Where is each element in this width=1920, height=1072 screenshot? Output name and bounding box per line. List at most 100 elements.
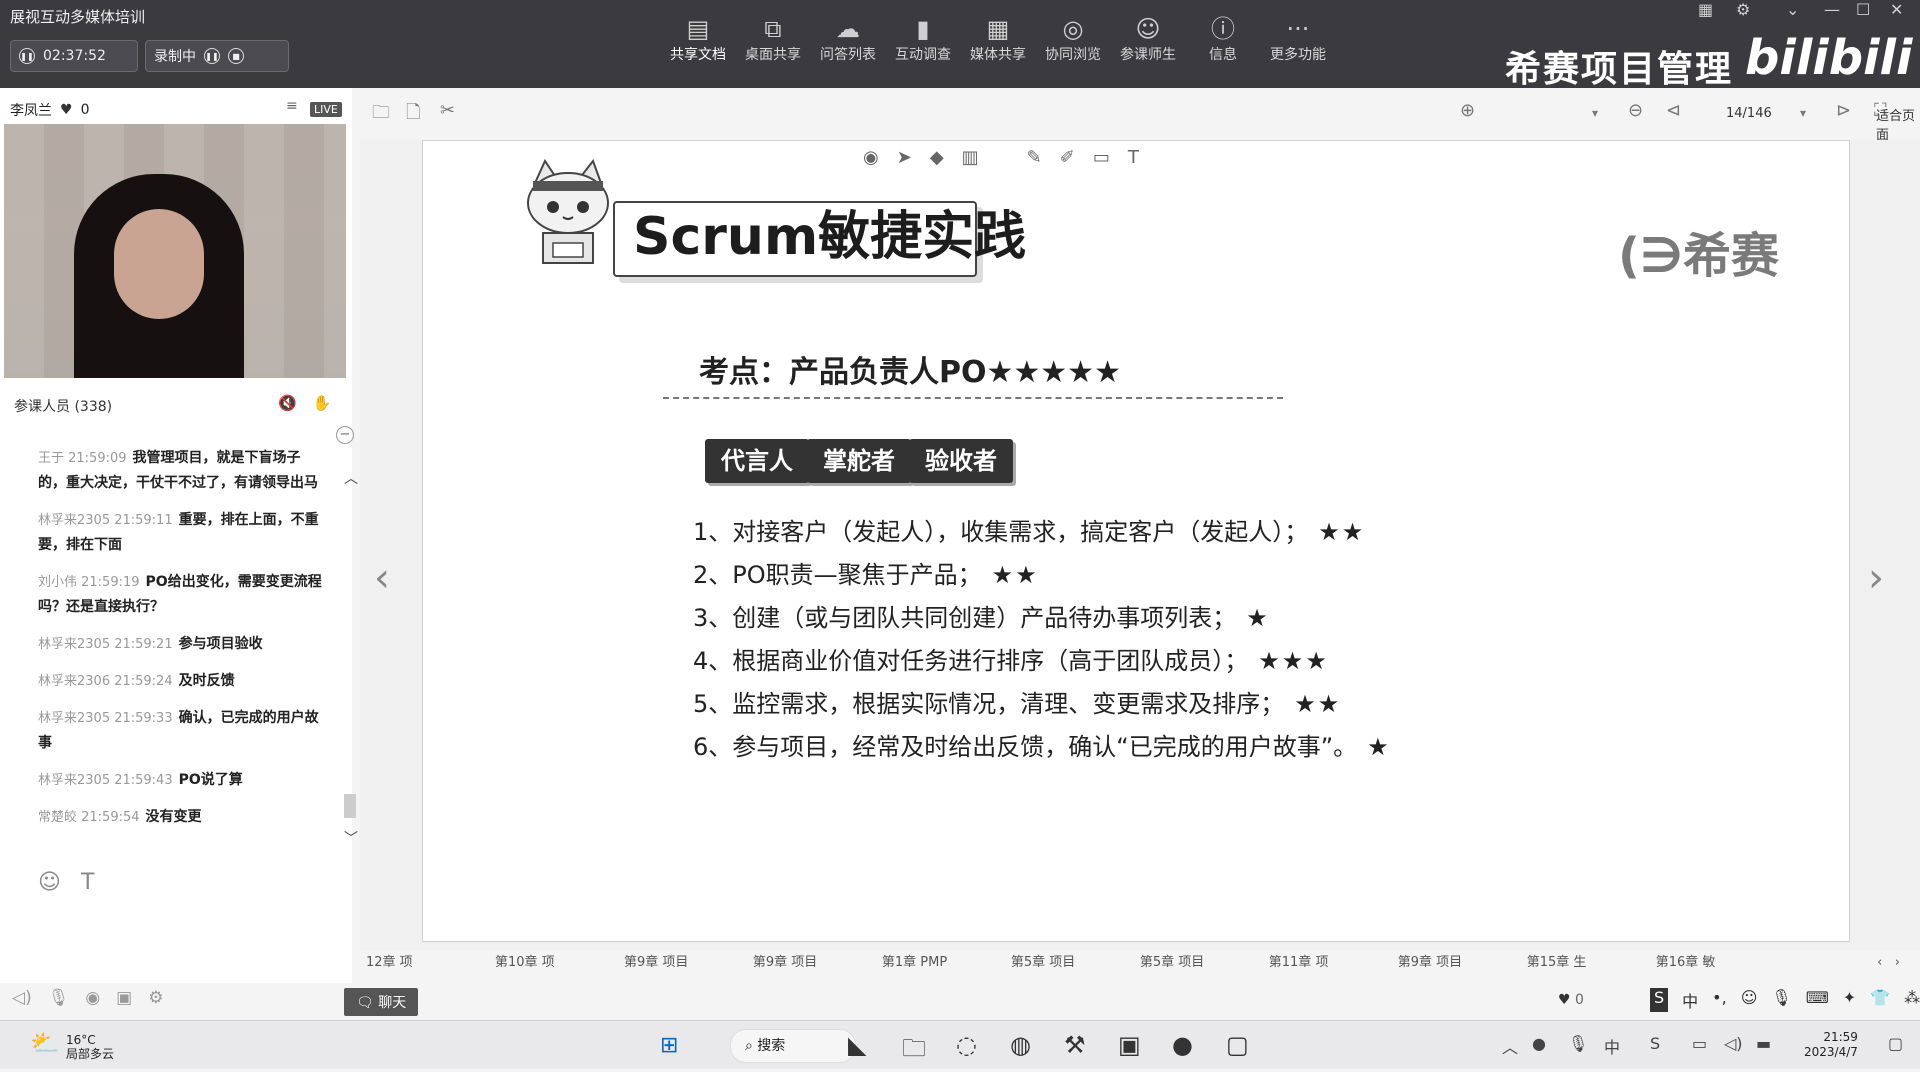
battery-icon[interactable]: ▬ [1756,1034,1771,1053]
chat-scroll-down-icon[interactable]: ﹀ [344,828,358,848]
app-icon-round[interactable]: ● [1172,1031,1193,1059]
volume-icon[interactable]: ◁) [1724,1034,1743,1053]
clear-icon[interactable]: ▥ [962,147,979,168]
fullscreen-icon[interactable]: ⛶ [1874,100,1887,121]
chevron-down-icon[interactable]: ▾ [1592,106,1598,120]
chapter-tab[interactable]: 第11章 项 [1263,950,1392,978]
punctuation-icon[interactable]: •, [1712,988,1727,1012]
layout-icon[interactable]: ▦ [1698,0,1713,19]
toolbar-browse-button[interactable]: ◎ 协同浏览 [1037,14,1109,64]
chapter-tab[interactable]: 第9章 项目 [747,950,876,978]
chat-app-icon[interactable]: ◌ [956,1031,977,1059]
hand-icon[interactable]: ✋ [313,394,332,412]
chapter-tab[interactable]: 第5章 项目 [1005,950,1134,978]
page-indicator[interactable]: 14/146 [1726,106,1772,121]
toolbar-survey-button[interactable]: ▮ 互动调查 [887,14,959,64]
ime-language[interactable]: 中 [1682,988,1698,1012]
eraser-icon[interactable]: ◆ [930,147,944,168]
heart-icon[interactable]: ♥ [60,102,73,118]
chapter-tab[interactable]: 第9章 项目 [618,950,747,978]
tray-ime-icon[interactable]: 中 [1604,1034,1620,1058]
network-icon[interactable]: ▭ [1692,1034,1707,1053]
slide-canvas[interactable]: ◉ ➤ ◆ ▥ ✎ ✐ ▭ T Scrum敏捷实践 (∋希赛 考点：产品负责人P… [422,140,1850,942]
taskbar-search[interactable]: ⌕ 搜索 [730,1029,856,1063]
camera-icon[interactable]: ◉ [85,988,100,1008]
toolbar-info-button[interactable]: ⓘ 信息 [1187,14,1259,64]
folder-icon[interactable]: 🗀 [372,100,390,130]
toolbar-media-button[interactable]: ▦ 媒体共享 [962,14,1034,64]
chat-scroll-up-icon[interactable]: ︿ [344,468,358,488]
pen-icon[interactable]: ✐ [1060,147,1075,168]
speaker-icon[interactable]: ◁) [12,988,32,1008]
marker-icon[interactable]: ✎ [1027,147,1042,168]
weather-widget[interactable]: 16°C 局部多云 [66,1033,114,1061]
windows-start-icon[interactable]: ⊞ [660,1033,678,1058]
prev-page-icon[interactable]: ⊲ [1666,100,1681,121]
app-icon-tools[interactable]: ⚒ [1064,1031,1086,1059]
tray-app-icon[interactable]: ● [1532,1034,1546,1053]
chat-button[interactable]: 🗨 聊天 [344,988,419,1016]
tray-up-icon[interactable]: ︿ [1502,1034,1518,1058]
tray-sogou-icon[interactable]: S [1650,1034,1660,1053]
emoji-icon[interactable]: ☺ [38,870,61,895]
weather-icon[interactable]: ⛅ [30,1029,60,1057]
chapter-tab[interactable]: 第15章 生 [1521,950,1650,978]
ime-logo-icon[interactable]: S [1650,988,1669,1012]
zoom-out-icon[interactable]: ⊖ [1628,100,1643,121]
text-format-icon[interactable]: T [81,870,94,895]
chapter-tab[interactable]: 第10章 项 [489,950,618,978]
chapter-tab[interactable]: 12章 项 [360,950,489,978]
shirt-icon[interactable]: 👕 [1870,988,1890,1012]
chapter-tab[interactable]: 第16章 敏 [1650,950,1779,978]
emoji-icon[interactable]: ☺ [1741,988,1758,1012]
microphone-icon[interactable]: 🎙 [48,988,70,1008]
recording-control[interactable]: 录制中 ❚❚ ■ [145,40,289,72]
minimize-icon[interactable]: — [1824,0,1840,19]
close-icon[interactable]: ✕ [1890,0,1903,19]
chapter-tab[interactable]: 第5章 项目 [1134,950,1263,978]
cursor-icon[interactable]: ➤ [897,147,912,168]
file-explorer-icon[interactable]: 🗀 [902,1031,926,1072]
pause-icon[interactable]: ❚❚ [19,48,35,64]
like-counter[interactable]: ♥ 0 [1558,992,1584,1008]
page-chevron-down-icon[interactable]: ▾ [1800,106,1806,120]
chapter-next-icon[interactable]: › [1895,955,1900,970]
app-icon-square[interactable]: ▢ [1226,1031,1249,1059]
pointer-icon[interactable]: ◉ [863,147,879,168]
toolbar-desktop-share-button[interactable]: ⧉ 桌面共享 [737,14,809,64]
app-icon-black[interactable]: ◣ [848,1031,866,1059]
toolbar-participants-button[interactable]: ☺ 参课师生 [1112,14,1184,64]
rectangle-icon[interactable]: ▭ [1093,147,1110,168]
chat-scrollbar-thumb[interactable] [344,794,356,818]
notification-icon[interactable]: ▢ [1888,1034,1903,1053]
toolbar-qa-button[interactable]: ☁ 问答列表 [812,14,884,64]
next-page-icon[interactable]: ⊳ [1836,100,1851,121]
record-pause-icon[interactable]: ❚❚ [204,48,220,64]
next-slide-icon[interactable]: › [1868,555,1884,601]
toolbar-more-button[interactable]: ··· 更多功能 [1262,14,1334,64]
settings-icon[interactable]: ⚙ [1736,0,1750,19]
prev-slide-icon[interactable]: ‹ [374,555,390,601]
gear-icon[interactable]: ⚙ [148,988,163,1008]
text-tool-icon[interactable]: T [1128,147,1139,168]
browser-icon[interactable]: ◍ [1010,1031,1031,1059]
tray-mic-icon[interactable]: 🎙 [1568,1034,1588,1053]
keyboard-icon[interactable]: ⌨ [1806,988,1829,1012]
file-icon[interactable]: 🗋 [406,100,420,130]
zoom-in-icon[interactable]: ⊕ [1460,100,1475,121]
grid-icon[interactable]: ⁂ [1904,988,1920,1012]
toolbar-share-doc-button[interactable]: ▤ 共享文档 [662,14,734,64]
collapse-icon[interactable]: ⌄ [1786,0,1799,19]
participants-count[interactable]: 参课人员 (338) [14,396,112,416]
collapse-minus-icon[interactable]: − [336,426,354,444]
screen-icon[interactable]: ▣ [116,988,132,1008]
skin-icon[interactable]: ✦ [1843,988,1856,1012]
record-stop-icon[interactable]: ■ [228,48,244,64]
chapter-tab[interactable]: 第9章 项目 [1392,950,1521,978]
voice-icon[interactable]: 🎙 [1771,988,1791,1012]
taskbar-clock[interactable]: 21:59 2023/4/7 [1804,1030,1858,1060]
chapter-tab[interactable]: 第1章 PMP [876,950,1005,978]
mute-all-icon[interactable]: 🔇 [278,394,297,412]
chapter-prev-icon[interactable]: ‹ [1877,955,1882,970]
maximize-icon[interactable]: ☐ [1856,0,1870,19]
